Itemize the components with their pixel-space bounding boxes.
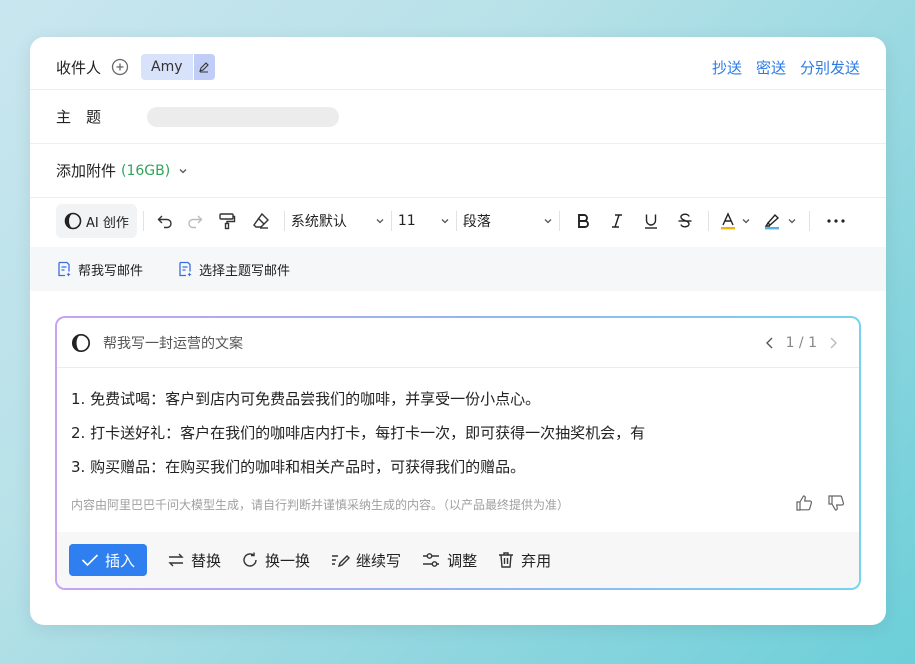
ai-content-line: 1. 免费试喝：客户到店内可免费品尝我们的咖啡，并享受一份小点心。	[71, 390, 541, 408]
attachment-label: 添加附件	[56, 162, 117, 180]
separator	[142, 211, 144, 231]
font-family-select[interactable]: 系统默认	[291, 211, 385, 231]
refresh-icon	[241, 551, 259, 569]
ai-content-line: 2. 打卡送好礼：客户在我们的咖啡店内打卡，每打卡一次，即可获得一次抽奖机会，有	[71, 424, 646, 442]
ai-logo-icon	[64, 212, 82, 230]
choose-topic-button[interactable]: 选择主题写邮件	[177, 260, 290, 279]
paragraph-select[interactable]: 段落	[463, 211, 553, 231]
recipient-chip-name: Amy	[151, 59, 183, 75]
attachment-size: (16GB)	[121, 162, 171, 179]
compose-card: 收件人 Amy 抄送 密送 分别发送 主 题 添加附件 (16GB) AI 创作…	[30, 37, 886, 625]
thumbs-up-icon[interactable]	[795, 494, 813, 512]
chevron-down-icon	[375, 216, 385, 226]
continue-writing-label: 继续写	[356, 551, 402, 570]
subject-row: 主 题	[30, 90, 886, 143]
doc-sparkle-icon	[56, 261, 72, 277]
attachment-row[interactable]: 添加附件 (16GB)	[30, 144, 886, 197]
redo-icon[interactable]	[180, 212, 210, 230]
help-write-label: 帮我写邮件	[78, 263, 144, 279]
chevron-down-icon[interactable]	[178, 166, 188, 176]
separator	[707, 211, 709, 231]
header-links: 抄送 密送 分别发送	[712, 57, 860, 78]
strikethrough-icon[interactable]	[668, 212, 702, 230]
doc-sparkle-icon	[177, 261, 193, 277]
format-painter-icon[interactable]	[210, 211, 244, 231]
italic-icon[interactable]	[600, 212, 634, 230]
subject-input[interactable]	[147, 106, 340, 127]
recipient-row: 收件人 Amy 抄送 密送 分别发送	[30, 45, 886, 89]
chevron-left-icon[interactable]	[764, 336, 776, 350]
swap-icon	[167, 552, 185, 568]
choose-topic-label: 选择主题写邮件	[199, 263, 291, 279]
replace-label: 替换	[191, 551, 222, 570]
more-icon[interactable]	[816, 218, 856, 224]
ai-create-button[interactable]: AI 创作	[56, 204, 137, 238]
chevron-down-icon	[440, 216, 450, 226]
subject-label: 主 题	[56, 108, 102, 126]
font-family-value: 系统默认	[290, 214, 347, 230]
ai-content-line: 3. 购买赠品：在购买我们的咖啡和相关产品时，可获得我们的赠品。	[71, 458, 526, 476]
quick-actions-bar: 帮我写邮件 选择主题写邮件	[30, 247, 886, 291]
insert-label: 插入	[105, 551, 136, 570]
paragraph-value: 段落	[462, 214, 491, 230]
separator	[390, 211, 392, 231]
ai-disclaimer: 内容由阿里巴巴千问大模型生成，请自行判断并谨慎采纳生成的内容。（以产品最终提供为…	[71, 498, 570, 512]
feedback-buttons	[795, 494, 845, 512]
discard-button[interactable]: 弃用	[497, 550, 551, 571]
ai-action-bar: 插入 替换 换一换 继续写 调整 弃用	[57, 532, 859, 588]
ai-panel-header: 帮我写一封运营的文案 1 / 1	[57, 318, 859, 368]
check-icon	[81, 553, 99, 567]
format-toolbar: AI 创作 系统默认 11 段落	[30, 197, 886, 245]
underline-icon[interactable]	[634, 212, 668, 230]
ai-logo-icon	[71, 333, 91, 353]
refresh-button[interactable]: 换一换	[241, 550, 310, 571]
edit-pencil-icon[interactable]	[192, 54, 215, 80]
highlight-icon[interactable]	[757, 211, 787, 231]
chevron-right-icon[interactable]	[827, 336, 839, 350]
chevron-down-icon[interactable]	[741, 216, 757, 226]
eraser-icon[interactable]	[244, 211, 278, 231]
separator	[808, 211, 810, 231]
ai-assistant-panel: 帮我写一封运营的文案 1 / 1 1. 免费试喝：客户到店内可免费品尝我们的咖啡…	[55, 316, 861, 590]
replace-button[interactable]: 替换	[167, 550, 221, 571]
ai-panel-inner: 帮我写一封运营的文案 1 / 1 1. 免费试喝：客户到店内可免费品尝我们的咖啡…	[57, 318, 859, 588]
recipient-chip[interactable]: Amy	[141, 54, 215, 80]
help-write-button[interactable]: 帮我写邮件	[56, 260, 143, 279]
pen-lines-icon	[330, 551, 351, 569]
bcc-link[interactable]: 密送	[756, 57, 786, 78]
font-color-icon[interactable]	[715, 211, 741, 231]
chevron-down-icon	[543, 216, 553, 226]
ai-create-label: AI 创作	[86, 215, 129, 231]
refresh-label: 换一换	[265, 551, 311, 570]
bold-icon[interactable]	[566, 212, 600, 230]
adjust-label: 调整	[447, 551, 478, 570]
separator	[455, 211, 457, 231]
continue-writing-button[interactable]: 继续写	[330, 550, 401, 571]
font-size-value: 11	[397, 213, 416, 229]
sliders-icon	[421, 551, 441, 569]
insert-button[interactable]: 插入	[69, 544, 148, 576]
cc-link[interactable]: 抄送	[712, 57, 742, 78]
separator	[558, 211, 560, 231]
adjust-button[interactable]: 调整	[421, 550, 477, 571]
ai-prompt-text: 帮我写一封运营的文案	[103, 335, 243, 352]
thumbs-down-icon[interactable]	[827, 494, 845, 512]
recipient-label: 收件人	[56, 58, 102, 77]
page-indicator: 1 / 1	[785, 334, 817, 351]
separator	[283, 211, 285, 231]
trash-icon	[497, 551, 515, 569]
chevron-down-icon[interactable]	[787, 216, 803, 226]
ai-generated-content: 1. 免费试喝：客户到店内可免费品尝我们的咖啡，并享受一份小点心。 2. 打卡送…	[71, 388, 691, 490]
separate-send-link[interactable]: 分别发送	[800, 57, 860, 78]
ai-pager: 1 / 1	[764, 335, 839, 351]
discard-label: 弃用	[521, 551, 552, 570]
add-recipient-icon[interactable]	[111, 58, 129, 76]
font-size-select[interactable]: 11	[398, 213, 450, 229]
undo-icon[interactable]	[150, 212, 180, 230]
